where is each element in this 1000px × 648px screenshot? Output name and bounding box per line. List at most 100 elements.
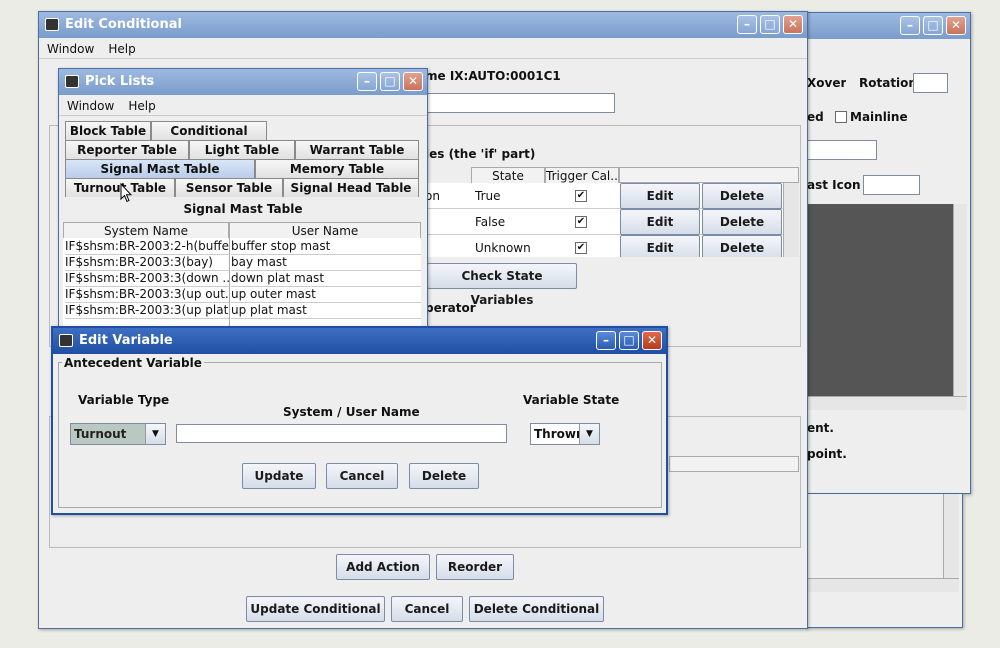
variable-state-label: Variable State	[523, 393, 620, 407]
edit-button[interactable]: Edit	[620, 209, 700, 235]
xover-label: Xover	[807, 76, 847, 90]
window-title: Edit Conditional	[65, 17, 182, 32]
background-h-scrollbar[interactable]	[807, 578, 959, 592]
rotation-field[interactable]	[913, 73, 948, 93]
java-cup-icon	[45, 18, 59, 31]
panel-titlebar: – □ ✕	[807, 13, 970, 39]
background-scrollbar[interactable]	[943, 494, 959, 578]
menu-window[interactable]: Window	[47, 39, 94, 58]
tab-block-table[interactable]: Block Table	[65, 121, 151, 140]
menu-help[interactable]: Help	[128, 96, 155, 115]
user-name-field[interactable]	[425, 93, 615, 113]
pick-lists-titlebar: Pick Lists – □ ✕	[59, 69, 427, 95]
close-icon[interactable]: ✕	[403, 72, 423, 91]
tab-conditional-table[interactable]: Conditional Table	[151, 121, 267, 156]
mouse-cursor-icon	[120, 183, 132, 203]
table-row[interactable]: False ✔ Edit Delete	[425, 209, 799, 235]
state-cell: True	[475, 189, 501, 203]
system-name-label: me IX:AUTO:0001C1	[425, 69, 561, 83]
list-item-system[interactable]: IF$shsm:BR-2003:2-h(buffe...	[65, 238, 229, 255]
panel-text-field[interactable]	[807, 140, 877, 160]
variable-state-select[interactable]: Thrown ▼	[530, 423, 600, 445]
list-item-user[interactable]: down plat mast	[231, 270, 421, 287]
system-user-name-input[interactable]	[176, 424, 507, 443]
maximize-icon[interactable]: □	[760, 15, 780, 34]
variable-type-label: Variable Type	[78, 393, 170, 407]
edit-button[interactable]: Edit	[620, 183, 700, 209]
tab-light-table[interactable]: Light Table	[189, 140, 295, 159]
variable-type-value: Turnout	[74, 427, 127, 441]
edit-button[interactable]: Edit	[620, 235, 700, 257]
list-item-system[interactable]: IF$shsm:BR-2003:3(bay)	[65, 254, 229, 271]
cancel-button[interactable]: Cancel	[391, 596, 463, 622]
pick-lists-window: Pick Lists – □ ✕ Window Help Block Table C…	[58, 68, 428, 330]
tab-signal-mast-table[interactable]: Signal Mast Table	[65, 159, 255, 178]
close-icon[interactable]: ✕	[783, 15, 803, 34]
variables-heading: les (the 'if' part)	[425, 147, 536, 161]
actions-table-header	[669, 456, 799, 472]
minimize-icon[interactable]: –	[737, 15, 757, 34]
maximize-icon[interactable]: □	[923, 16, 943, 35]
variable-type-select[interactable]: Turnout ▼	[70, 423, 166, 445]
list-item-user[interactable]: up outer mast	[231, 286, 421, 303]
system-user-name-label: System / User Name	[283, 405, 420, 419]
close-icon[interactable]: ✕	[642, 331, 662, 350]
list-item-system[interactable]: IF$shsm:BR-2003:3(up out...	[65, 286, 229, 303]
delete-button[interactable]: Delete	[702, 235, 782, 257]
antecedent-group-label: Antecedent Variable	[62, 355, 204, 371]
tab-warrant-table[interactable]: Warrant Table	[295, 140, 419, 159]
menu-help[interactable]: Help	[108, 39, 135, 58]
mainline-label: Mainline	[850, 110, 908, 124]
delete-button[interactable]: Delete	[702, 209, 782, 235]
mast-icon-label: ast Icon	[807, 178, 861, 192]
minimize-icon[interactable]: –	[596, 331, 616, 350]
list-item-user[interactable]: bay mast	[231, 254, 421, 271]
delete-conditional-button[interactable]: Delete Conditional	[469, 596, 604, 622]
tab-memory-table[interactable]: Memory Table	[255, 159, 419, 178]
chevron-down-icon[interactable]: ▼	[579, 424, 599, 444]
list-item-user[interactable]: buffer stop mast	[231, 238, 421, 255]
table-row[interactable]: on True ✔ Edit Delete	[425, 183, 799, 209]
check-state-variables-button[interactable]: Check State Variables	[427, 263, 577, 307]
icon-preview-area	[807, 204, 953, 396]
tab-signal-head-table[interactable]: Signal Head Table	[283, 178, 419, 197]
minimize-icon[interactable]: –	[900, 16, 920, 35]
minimize-icon[interactable]: –	[357, 72, 377, 91]
window-title: Edit Variable	[79, 333, 173, 348]
mast-icon-field[interactable]	[863, 175, 920, 195]
trigger-checkbox[interactable]: ✔	[575, 216, 587, 228]
list-item-system[interactable]: IF$shsm:BR-2003:3(down ...	[65, 270, 229, 287]
window-title: Pick Lists	[85, 74, 155, 89]
table-scrollbar[interactable]	[783, 183, 799, 257]
table-row[interactable]: Unknown ✔ Edit Delete	[425, 235, 799, 257]
reorder-button[interactable]: Reorder	[436, 554, 514, 580]
menubar: Window Help	[39, 39, 807, 59]
update-conditional-button[interactable]: Update Conditional	[246, 596, 385, 622]
add-action-button[interactable]: Add Action	[336, 554, 430, 580]
edit-conditional-titlebar: Edit Conditional – □ ✕	[39, 12, 807, 38]
ed-label: ed	[807, 110, 824, 124]
mainline-checkbox[interactable]	[835, 111, 847, 123]
trigger-checkbox[interactable]: ✔	[575, 242, 587, 254]
table-title: Signal Mast Table	[183, 202, 303, 216]
list-item-system[interactable]: IF$shsm:BR-2003:3(up plat)	[65, 302, 229, 319]
update-button[interactable]: Update	[242, 463, 316, 489]
state-cell: False	[475, 215, 506, 229]
rotation-label: Rotation	[859, 76, 917, 90]
chevron-down-icon[interactable]: ▼	[145, 424, 165, 444]
menubar: Window Help	[59, 96, 427, 116]
horizontal-scrollbar[interactable]	[807, 396, 967, 410]
maximize-icon[interactable]: □	[619, 331, 639, 350]
menu-window[interactable]: Window	[67, 96, 114, 115]
cancel-button[interactable]: Cancel	[326, 463, 398, 489]
close-icon[interactable]: ✕	[946, 16, 966, 35]
list-item-user[interactable]: up plat mast	[231, 302, 421, 319]
tab-sensor-table[interactable]: Sensor Table	[175, 178, 283, 197]
maximize-icon[interactable]: □	[380, 72, 400, 91]
vertical-scrollbar[interactable]	[953, 204, 967, 396]
panel-window: – □ ✕ Xover Rotation ed Mainline ast Icon …	[806, 12, 971, 494]
delete-button[interactable]: Delete	[409, 463, 479, 489]
delete-button[interactable]: Delete	[702, 183, 782, 209]
tab-reporter-table[interactable]: Reporter Table	[65, 140, 189, 159]
trigger-checkbox[interactable]: ✔	[575, 190, 587, 202]
